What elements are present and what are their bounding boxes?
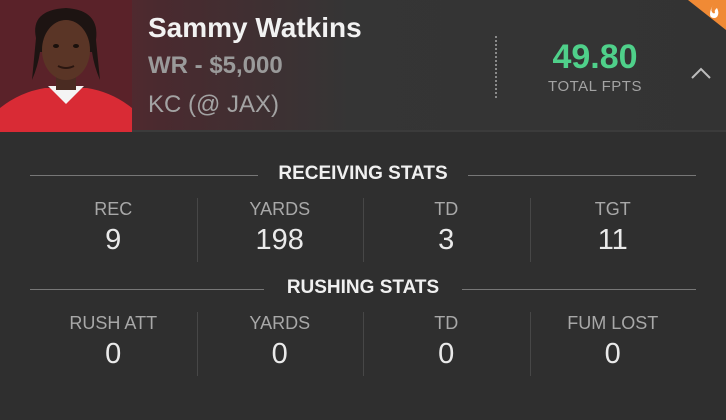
fpts-value: 49.80 [552, 38, 638, 76]
flame-icon [684, 0, 726, 30]
player-header[interactable]: Sammy Watkins WR - $5,000 KC (@ JAX) 49.… [0, 0, 726, 132]
player-name: Sammy Watkins [148, 12, 362, 43]
chevron-up-icon[interactable] [690, 66, 712, 80]
player-avatar [0, 0, 132, 132]
rushing-stats-title: RUSHING STATS [286, 277, 440, 298]
game-matchup: KC (@ JAX) [148, 91, 280, 118]
stat-value: 0 [604, 338, 621, 370]
stat-td: TD 3 [363, 198, 530, 262]
stat-value: 0 [438, 338, 455, 370]
stat-yards: YARDS 0 [196, 312, 364, 376]
stat-value: 0 [271, 338, 288, 370]
stat-value: 3 [438, 224, 455, 256]
stat-td: TD 0 [363, 312, 530, 376]
header-divider [495, 36, 497, 98]
rushing-stats-row: RUSH ATT 0 YARDS 0 TD 0 FUM LOST 0 [30, 312, 696, 376]
receiving-stats-heading: RECEIVING STATS [30, 163, 696, 187]
stat-value: 0 [105, 338, 122, 370]
stat-label: TD [434, 199, 459, 219]
stat-value: 198 [255, 224, 304, 256]
receiving-stats-title: RECEIVING STATS [278, 163, 448, 184]
fpts-label: TOTAL FPTS [548, 78, 642, 95]
stat-label: YARDS [249, 199, 311, 219]
stat-value: 11 [597, 224, 628, 256]
receiving-stats-row: REC 9 YARDS 198 TD 3 TGT 11 [30, 198, 696, 262]
stat-label: TGT [594, 199, 631, 219]
stat-value: 9 [105, 224, 122, 256]
stat-label: REC [94, 199, 133, 219]
rushing-stats-heading: RUSHING STATS [30, 277, 696, 301]
stat-label: RUSH ATT [69, 313, 158, 333]
stat-rush-att: RUSH ATT 0 [30, 312, 197, 376]
position-salary: WR - $5,000 [148, 52, 283, 79]
stat-rec: REC 9 [30, 198, 197, 262]
stat-yards: YARDS 198 [196, 198, 364, 262]
stat-label: TD [434, 313, 459, 333]
stat-tgt: TGT 11 [529, 198, 697, 262]
stat-label: FUM LOST [567, 313, 659, 333]
stat-fum-lost: FUM LOST 0 [529, 312, 697, 376]
stat-label: YARDS [249, 313, 311, 333]
